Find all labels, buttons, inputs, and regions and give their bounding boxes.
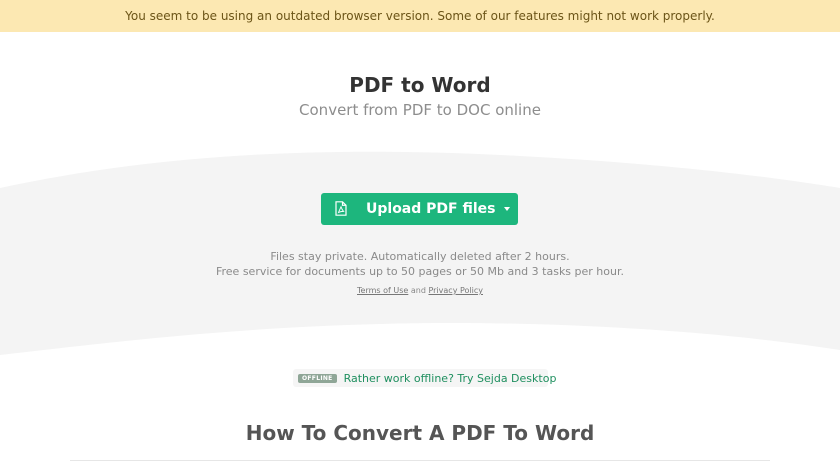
upload-pdf-button[interactable]: Upload PDF files [321, 193, 518, 225]
caret-down-icon[interactable] [496, 193, 518, 225]
privacy-note: Files stay private. Automatically delete… [270, 250, 570, 263]
outdated-browser-banner: You seem to be using an outdated browser… [0, 0, 840, 32]
pdf-file-icon [335, 201, 347, 216]
page-title: PDF to Word [349, 73, 491, 97]
offline-badge: OFFLINE [298, 373, 337, 383]
legal-links: Terms of Use and Privacy Policy [0, 286, 840, 295]
sejda-desktop-link[interactable]: OFFLINE Rather work offline? Try Sejda D… [293, 369, 556, 387]
how-to-heading: How To Convert A PDF To Word [245, 421, 595, 445]
limits-note: Free service for documents up to 50 page… [215, 265, 624, 278]
terms-of-use-link[interactable]: Terms of Use [357, 286, 408, 295]
legal-and-text: and [410, 286, 426, 295]
offline-link-text: Rather work offline? Try Sejda Desktop [343, 371, 557, 385]
privacy-policy-link[interactable]: Privacy Policy [428, 286, 483, 295]
page-subtitle: Convert from PDF to DOC online [299, 101, 541, 119]
upload-button-label: Upload PDF files [366, 201, 496, 217]
section-divider [70, 460, 770, 461]
